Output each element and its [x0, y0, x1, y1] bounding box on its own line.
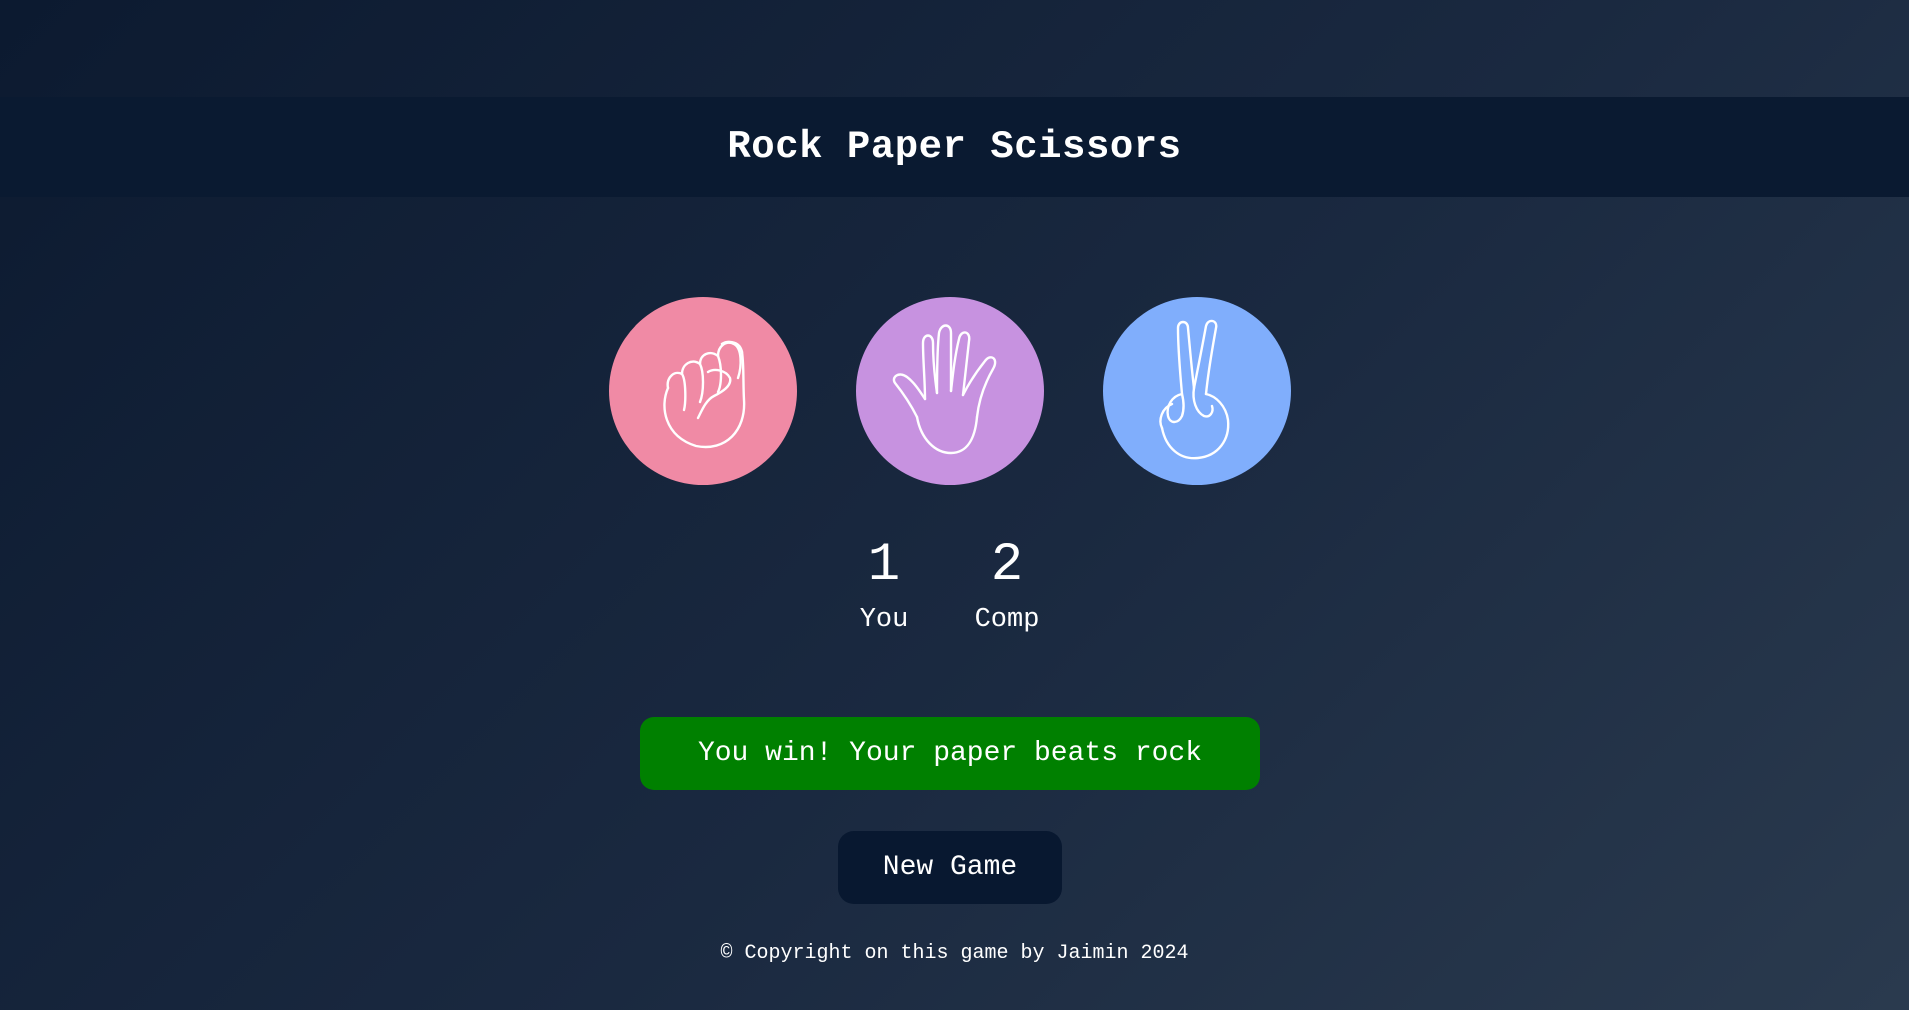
header-bar: Rock Paper Scissors: [0, 97, 1909, 197]
scissors-choice-button[interactable]: [1103, 297, 1291, 485]
scissors-peace-hand-icon: [1142, 316, 1252, 466]
footer-copyright: © Copyright on this game by Jaimin 2024: [720, 942, 1189, 965]
user-score-label: You: [859, 605, 909, 635]
result-message: You win! Your paper beats rock: [640, 717, 1260, 790]
rock-fist-icon: [648, 326, 758, 456]
comp-score-label: Comp: [974, 605, 1040, 635]
rock-choice-button[interactable]: [609, 297, 797, 485]
new-game-button[interactable]: New Game: [838, 831, 1062, 904]
comp-score: 2: [990, 535, 1024, 596]
user-score-panel: 1 You: [824, 535, 944, 637]
page-title: Rock Paper Scissors: [727, 125, 1182, 169]
paper-choice-button[interactable]: [856, 297, 1044, 485]
choices-container: [609, 297, 1291, 485]
paper-open-hand-icon: [885, 321, 1015, 461]
user-score: 1: [867, 535, 901, 596]
comp-score-panel: 2 Comp: [947, 535, 1067, 637]
